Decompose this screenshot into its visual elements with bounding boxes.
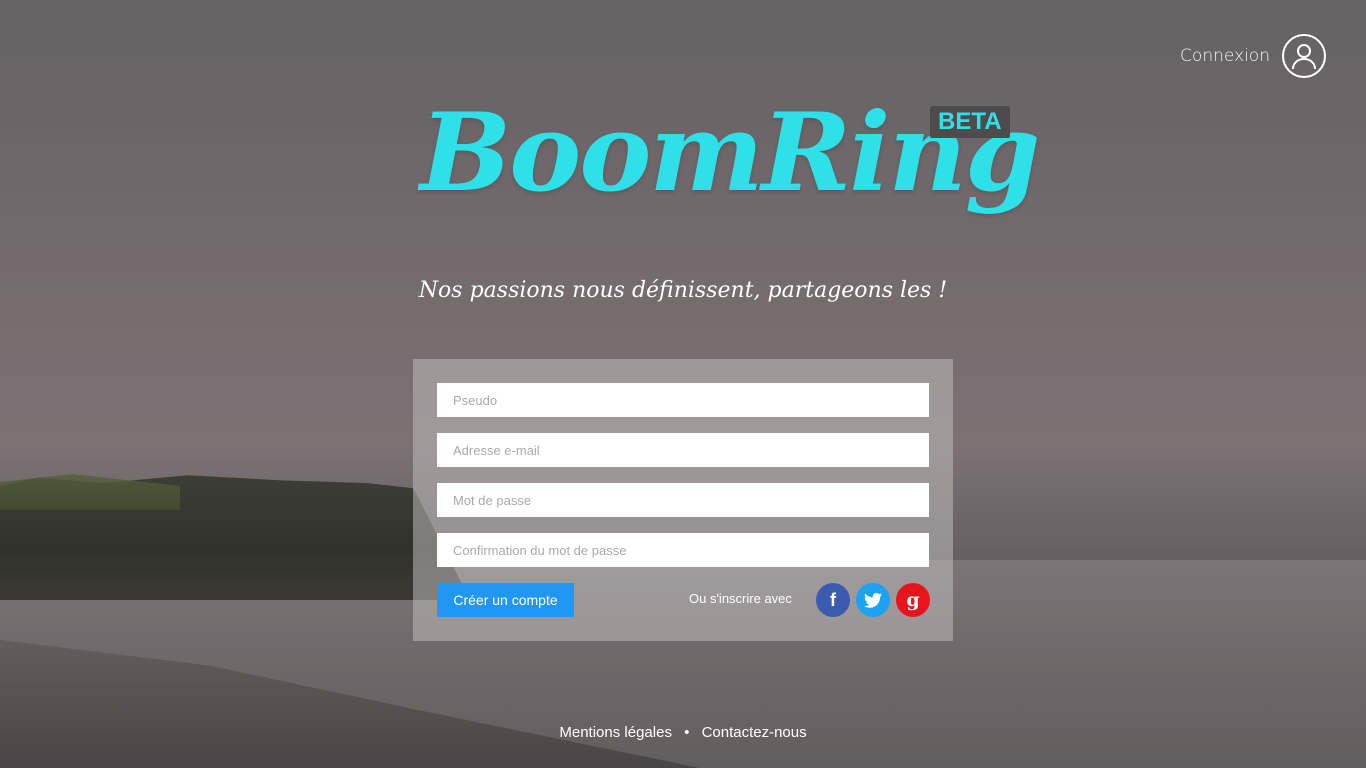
tagline: Nos passions nous définissent, partageon… — [418, 278, 948, 303]
pseudo-input[interactable] — [437, 383, 929, 417]
email-input[interactable] — [437, 433, 929, 467]
contact-link[interactable]: Contactez-nous — [702, 724, 807, 741]
social-signup-label: Ou s'inscrire avec — [689, 591, 792, 606]
login-label: Connexion — [1180, 46, 1270, 66]
create-account-button[interactable]: Créer un compte — [437, 583, 574, 617]
twitter-icon[interactable] — [856, 583, 890, 617]
google-icon[interactable]: g — [896, 583, 930, 617]
background-grass — [0, 474, 180, 510]
brand-logo: BoomRing BETA — [420, 90, 1040, 260]
footer: Mentions légales • Contactez-nous — [0, 724, 1366, 741]
background-beach — [0, 640, 700, 768]
footer-separator: • — [684, 724, 690, 741]
password-confirm-input[interactable] — [437, 533, 929, 567]
user-icon[interactable] — [1282, 34, 1326, 78]
signup-form: Créer un compte Ou s'inscrire avec f g — [413, 359, 953, 641]
login-link[interactable]: Connexion — [1180, 34, 1326, 78]
legal-notice-link[interactable]: Mentions légales — [559, 724, 672, 741]
beta-badge: BETA — [930, 106, 1010, 138]
password-input[interactable] — [437, 483, 929, 517]
facebook-glyph: f — [830, 589, 836, 610]
google-glyph: g — [906, 589, 920, 611]
facebook-icon[interactable]: f — [816, 583, 850, 617]
